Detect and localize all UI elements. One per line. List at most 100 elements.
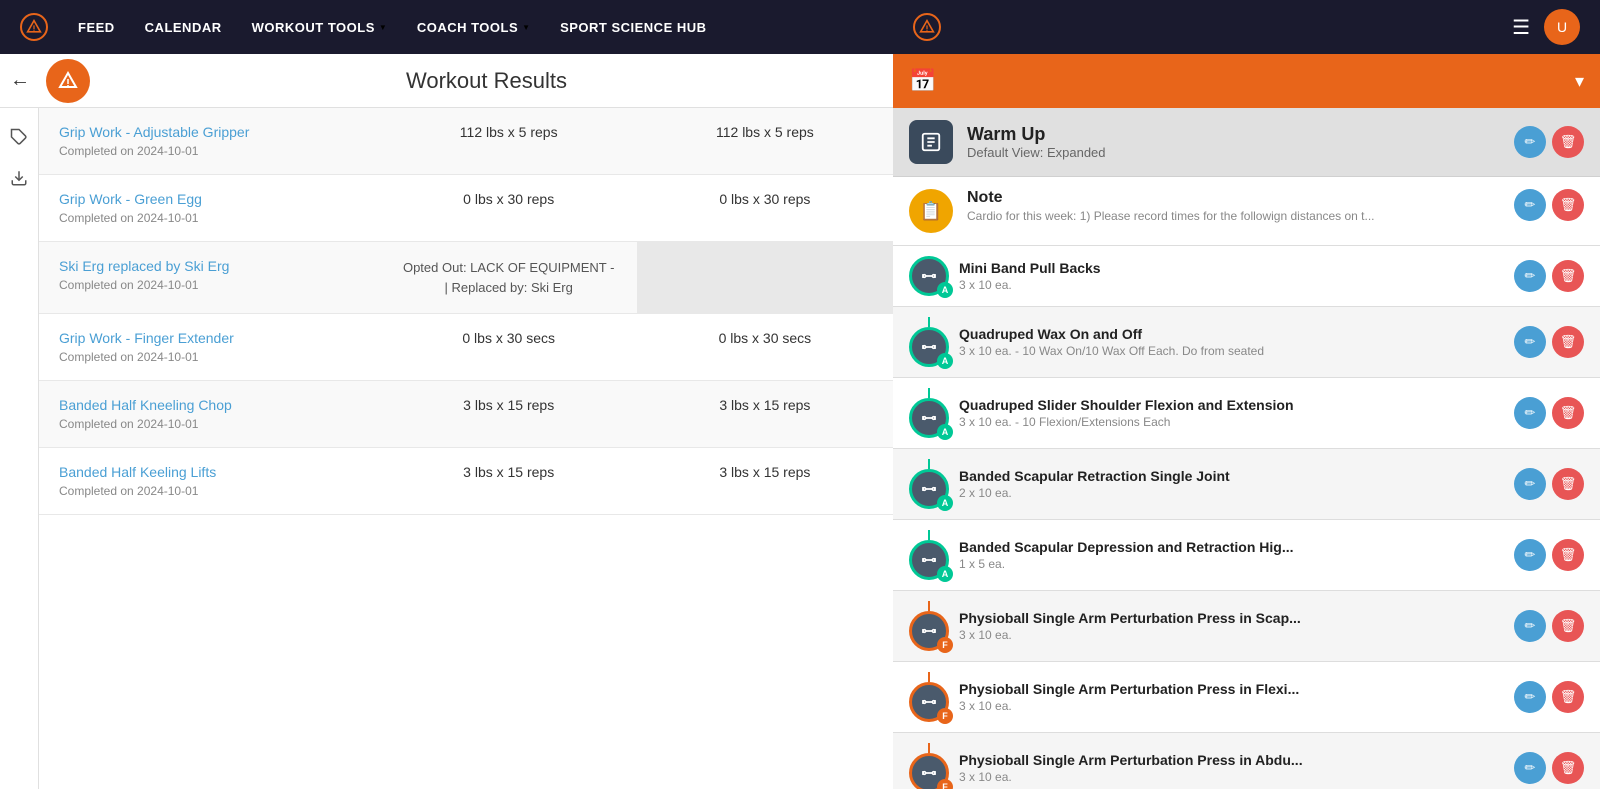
warm-up-text: Warm Up Default View: Expanded (967, 124, 1500, 160)
exercise-actions: ✏ 🗑 (1514, 752, 1584, 784)
exercise-desc: 3 x 10 ea. (959, 278, 1504, 292)
exercise-delete-button[interactable]: 🗑 (1552, 539, 1584, 571)
exercise-actions: ✏ 🗑 (1514, 539, 1584, 571)
exercise-delete-button[interactable]: 🗑 (1552, 610, 1584, 642)
exercise-edit-button[interactable]: ✏ (1514, 397, 1546, 429)
exercise-delete-button[interactable]: 🗑 (1552, 752, 1584, 784)
exercise-connector: A (909, 459, 949, 509)
page-title: Workout Results (90, 68, 883, 94)
workout-name[interactable]: Banded Half Kneeling Chop (59, 397, 361, 413)
nav-workout-tools-label: WORKOUT TOOLS (252, 20, 375, 35)
nav-calendar[interactable]: CALENDAR (145, 20, 222, 35)
warm-up-edit-button[interactable]: ✏ (1514, 126, 1546, 158)
exercise-actions: ✏ 🗑 (1514, 260, 1584, 292)
exercise-info: Quadruped Slider Shoulder Flexion and Ex… (959, 397, 1504, 429)
main-content: ← Workout Results (0, 54, 1600, 789)
exercise-icon-wrap: F (909, 753, 949, 789)
page-title-container: Workout Results (90, 68, 883, 94)
exercise-icon-wrap: A (909, 540, 949, 580)
workout-stat1: 112 lbs x 5 reps (401, 124, 617, 140)
exercise-connector: F (909, 672, 949, 722)
nav-feed[interactable]: FEED (78, 20, 115, 35)
workout-name[interactable]: Grip Work - Finger Extender (59, 330, 361, 346)
exercise-info: Quadruped Wax On and Off 3 x 10 ea. - 10… (959, 326, 1504, 358)
exercise-delete-button[interactable]: 🗑 (1552, 468, 1584, 500)
exercise-items-container: A Mini Band Pull Backs 3 x 10 ea. ✏ 🗑 A (893, 246, 1600, 789)
exercise-edit-button[interactable]: ✏ (1514, 752, 1546, 784)
list-item: A Banded Scapular Depression and Retract… (893, 520, 1600, 591)
exercise-connector: F (909, 743, 949, 789)
exercise-connector: A (909, 530, 949, 580)
workout-name[interactable]: Ski Erg replaced by Ski Erg (59, 258, 361, 274)
exercise-badge: A (937, 353, 953, 369)
exercise-desc: 1 x 5 ea. (959, 557, 1504, 571)
exercise-icon-wrap: F (909, 611, 949, 651)
exercise-info: Physioball Single Arm Perturbation Press… (959, 681, 1504, 713)
nav-sport-science[interactable]: SPORT SCIENCE HUB (560, 20, 706, 35)
exercise-info: Banded Scapular Retraction Single Joint … (959, 468, 1504, 500)
table-row: Grip Work - Green Egg Completed on 2024-… (39, 175, 893, 242)
list-item: A Mini Band Pull Backs 3 x 10 ea. ✏ 🗑 (893, 246, 1600, 307)
note-title: Note (967, 189, 1500, 207)
back-button[interactable]: ← (10, 69, 30, 92)
workout-date: Completed on 2024-10-01 (59, 278, 361, 292)
exercise-delete-button[interactable]: 🗑 (1552, 260, 1584, 292)
note-delete-button[interactable]: 🗑 (1552, 189, 1584, 221)
right-panel-top-bar: 📅 ▾ (893, 54, 1600, 108)
workout-name[interactable]: Banded Half Keeling Lifts (59, 464, 361, 480)
exercise-edit-button[interactable]: ✏ (1514, 468, 1546, 500)
exercise-edit-button[interactable]: ✏ (1514, 326, 1546, 358)
right-nav-logo[interactable] (913, 13, 941, 41)
exercise-desc: 3 x 10 ea. (959, 628, 1504, 642)
exercise-actions: ✏ 🗑 (1514, 326, 1584, 358)
exercise-edit-button[interactable]: ✏ (1514, 539, 1546, 571)
connector-line (928, 459, 930, 469)
exercise-desc: 3 x 10 ea. (959, 770, 1504, 784)
calendar-icon[interactable]: 📅 (909, 68, 936, 94)
exercise-edit-button[interactable]: ✏ (1514, 681, 1546, 713)
warm-up-delete-button[interactable]: 🗑 (1552, 126, 1584, 158)
warm-up-subtitle: Default View: Expanded (967, 145, 1500, 160)
exercise-edit-button[interactable]: ✏ (1514, 260, 1546, 292)
nav-coach-tools-label: COACH TOOLS (417, 20, 518, 35)
exercise-icon-wrap: A (909, 469, 949, 509)
table-row: Banded Half Keeling Lifts Completed on 2… (39, 448, 893, 515)
exercise-delete-button[interactable]: 🗑 (1552, 326, 1584, 358)
exercise-icon-wrap: A (909, 398, 949, 438)
download-icon[interactable] (10, 169, 28, 192)
workout-date: Completed on 2024-10-01 (59, 484, 361, 498)
exercise-info: Physioball Single Arm Perturbation Press… (959, 610, 1504, 642)
exercise-name: Physioball Single Arm Perturbation Press… (959, 681, 1504, 697)
opted-out-text: Opted Out: LACK OF EQUIPMENT - | Replace… (401, 258, 617, 297)
exercise-desc: 3 x 10 ea. - 10 Wax On/10 Wax Off Each. … (959, 344, 1504, 358)
note-edit-button[interactable]: ✏ (1514, 189, 1546, 221)
exercise-delete-button[interactable]: 🗑 (1552, 681, 1584, 713)
tag-icon[interactable] (10, 128, 28, 151)
list-item: F Physioball Single Arm Perturbation Pre… (893, 733, 1600, 789)
list-item: F Physioball Single Arm Perturbation Pre… (893, 591, 1600, 662)
nav-logo[interactable] (20, 13, 48, 41)
chevron-down-icon[interactable]: ▾ (1575, 71, 1584, 92)
hamburger-menu[interactable]: ☰ (1512, 15, 1530, 40)
workout-date: Completed on 2024-10-01 (59, 211, 361, 225)
exercise-name: Banded Scapular Retraction Single Joint (959, 468, 1504, 484)
exercise-icon-wrap: A (909, 327, 949, 367)
nav-coach-tools[interactable]: COACH TOOLS ▼ (417, 20, 530, 35)
exercise-name: Banded Scapular Depression and Retractio… (959, 539, 1504, 555)
note-item: 📋 Note Cardio for this week: 1) Please r… (893, 177, 1600, 246)
user-avatar[interactable]: U (1544, 9, 1580, 45)
left-panel: ← Workout Results (0, 54, 893, 789)
exercise-delete-button[interactable]: 🗑 (1552, 397, 1584, 429)
table-row: Ski Erg replaced by Ski Erg Completed on… (39, 242, 893, 314)
exercise-edit-button[interactable]: ✏ (1514, 610, 1546, 642)
workout-name[interactable]: Grip Work - Adjustable Gripper (59, 124, 361, 140)
table-row: Grip Work - Finger Extender Completed on… (39, 314, 893, 381)
exercise-badge: A (937, 566, 953, 582)
warm-up-header: Warm Up Default View: Expanded ✏ 🗑 (893, 108, 1600, 177)
workout-name[interactable]: Grip Work - Green Egg (59, 191, 361, 207)
workout-date: Completed on 2024-10-01 (59, 350, 361, 364)
note-icon: 📋 (909, 189, 953, 233)
exercise-badge: F (937, 637, 953, 653)
exercise-badge: A (937, 495, 953, 511)
nav-workout-tools[interactable]: WORKOUT TOOLS ▼ (252, 20, 387, 35)
